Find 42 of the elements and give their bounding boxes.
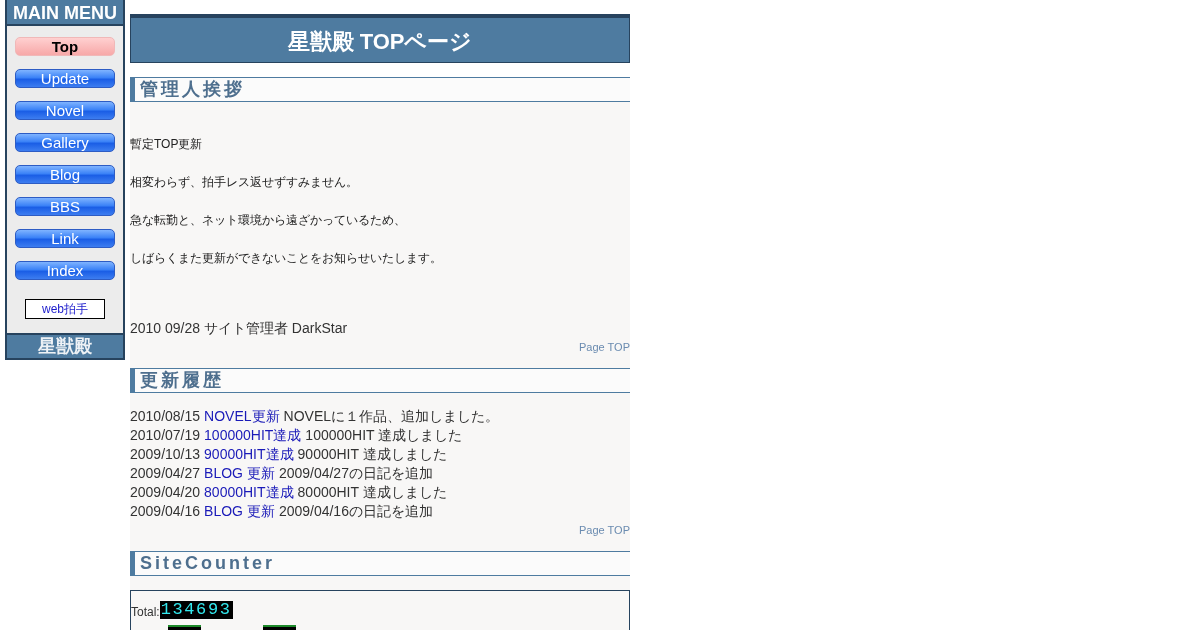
section-heading: SiteCounter	[130, 551, 630, 576]
menu-title: MAIN MENU	[7, 0, 123, 26]
section-heading: 更新履歴	[130, 368, 630, 393]
update-link[interactable]: BLOG 更新	[204, 502, 275, 521]
page-top-link[interactable]: Page TOP	[579, 341, 630, 354]
update-date: 2009/04/20	[130, 483, 201, 502]
menu-button[interactable]: BBS	[15, 197, 115, 216]
update-link[interactable]: 90000HIT達成	[204, 445, 294, 464]
update-link[interactable]: 80000HIT達成	[204, 483, 294, 502]
menu-button[interactable]: Update	[15, 69, 115, 88]
menu-button[interactable]: Index	[15, 261, 115, 280]
site-name-footer: 星獣殿	[7, 333, 123, 358]
update-date: 2010/07/19	[130, 426, 201, 445]
menu-button[interactable]: Gallery	[15, 133, 115, 152]
update-link[interactable]: 100000HIT達成	[204, 426, 302, 445]
update-text: 100000HIT 達成しました	[305, 426, 463, 445]
menu-button[interactable]: Top	[15, 37, 115, 56]
menu-button[interactable]: Blog	[15, 165, 115, 184]
signature-text: 2010 09/28 サイト管理者 DarkStar	[130, 319, 349, 338]
menu-button[interactable]: Novel	[15, 101, 115, 120]
message-text: 相変わらず、拍手レス返せずすみません。	[130, 174, 359, 191]
update-text: NOVELに１作品、追加しました。	[283, 407, 499, 426]
message-text: 急な転勤と、ネット環境から遠ざかっているため、	[130, 212, 407, 229]
update-text: 2009/04/27の日記を追加	[278, 464, 433, 483]
total-counter: 134693	[159, 601, 233, 619]
update-date: 2010/08/15	[130, 407, 201, 426]
update-text: 90000HIT 達成しました	[297, 445, 447, 464]
total-label: Total:	[131, 605, 160, 619]
update-date: 2009/10/13	[130, 445, 201, 464]
page-top-link[interactable]: Page TOP	[579, 524, 630, 537]
message-text: 暫定TOP更新	[130, 136, 204, 153]
menu-button[interactable]: Link	[15, 229, 115, 248]
update-date: 2009/04/16	[130, 502, 201, 521]
update-link[interactable]: NOVEL更新	[204, 407, 280, 426]
update-text: 80000HIT 達成しました	[297, 483, 447, 502]
page-title-bar: 星獣殿 TOPページ	[130, 14, 630, 63]
update-text: 2009/04/16の日記を追加	[278, 502, 433, 521]
update-link[interactable]: BLOG 更新	[204, 464, 275, 483]
update-date: 2009/04/27	[130, 464, 201, 483]
web-clap-link[interactable]: web拍手	[25, 299, 105, 319]
section-heading: 管理人挨拶	[130, 77, 630, 102]
message-text: しばらくまた更新ができないことをお知らせいたします。	[130, 250, 443, 267]
